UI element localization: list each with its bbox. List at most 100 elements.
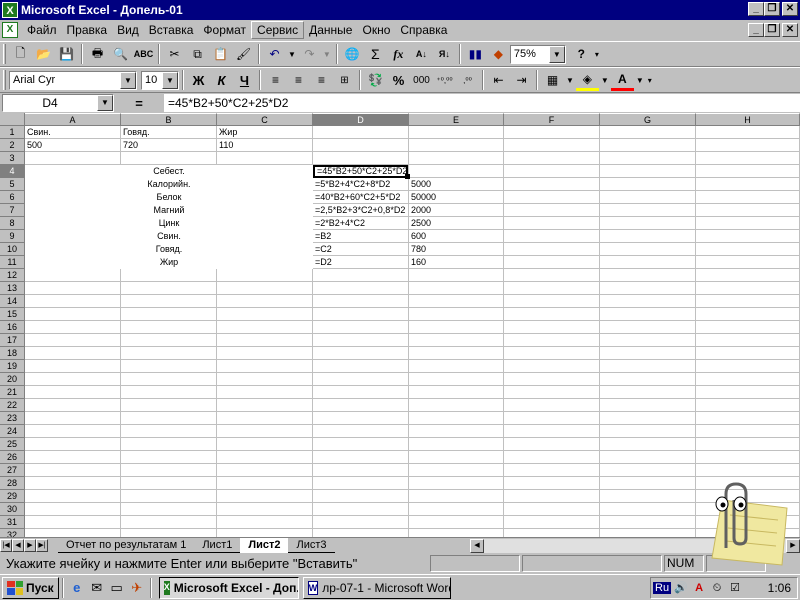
cell-d10[interactable]: =C2 <box>313 243 408 256</box>
increase-decimal-button[interactable]: ⁺⁰,⁰⁰ <box>433 69 456 91</box>
column-header[interactable]: C <box>217 113 313 126</box>
row-header[interactable]: 18 <box>0 347 25 360</box>
cell-e8[interactable]: 2500 <box>409 217 503 230</box>
cell-d4[interactable]: =45*B2+50*C2+25*D2 <box>313 165 408 178</box>
row-header[interactable]: 23 <box>0 412 25 425</box>
format-painter-icon[interactable]: 🖌 <box>232 43 255 65</box>
menu-file[interactable]: Файл <box>22 22 62 38</box>
underline-button[interactable]: Ч <box>233 69 256 91</box>
row-header[interactable]: 15 <box>0 308 25 321</box>
formula-input[interactable]: =45*B2+50*C2+25*D2 <box>164 94 800 112</box>
name-box[interactable]: D4 ▼ <box>2 94 114 112</box>
thousands-button[interactable]: 000 <box>410 69 433 91</box>
row-header[interactable]: 31 <box>0 516 25 529</box>
sort-descending-icon[interactable]: Я↓ <box>433 43 456 65</box>
align-left-icon[interactable]: ≡ <box>264 69 287 91</box>
bold-button[interactable]: Ж <box>187 69 210 91</box>
row-header[interactable]: 21 <box>0 386 25 399</box>
cell-c1[interactable]: Жир <box>217 126 312 139</box>
column-header[interactable]: H <box>696 113 800 126</box>
row-header[interactable]: 16 <box>0 321 25 334</box>
document-icon[interactable]: X <box>2 22 18 38</box>
cut-icon[interactable]: ✂ <box>163 43 186 65</box>
taskbar-word-button[interactable]: W лр-07-1 - Microsoft Word <box>302 576 451 599</box>
row-header[interactable]: 2 <box>0 139 25 152</box>
volume-icon[interactable]: 🔊 <box>673 580 689 596</box>
worksheet-grid[interactable]: A B C D E F G H 1 2 3 4 5 6 7 8 9 10 11 12 13 14 15 16 17 18 19 20 2… <box>0 113 800 537</box>
row-header[interactable]: 22 <box>0 399 25 412</box>
italic-button[interactable]: К <box>210 69 233 91</box>
decrease-decimal-button[interactable]: ,⁰⁰ <box>456 69 479 91</box>
sheet-tab-list3[interactable]: Лист3 <box>288 538 335 553</box>
zoom-select[interactable]: 75% ▼ <box>509 44 566 64</box>
font-name-select[interactable]: Arial Cyr ▼ <box>9 70 137 90</box>
column-header[interactable]: D <box>313 113 409 126</box>
row-header[interactable]: 6 <box>0 191 25 204</box>
fill-handle[interactable] <box>405 174 410 179</box>
cell-c2[interactable]: 110 <box>217 139 312 152</box>
redo-dropdown-icon[interactable]: ▼ <box>323 50 331 59</box>
doc-close-button[interactable]: ✕ <box>782 23 798 37</box>
cell-d6[interactable]: =40*B2+60*C2+5*D2 <box>313 191 408 204</box>
minimize-button[interactable]: _ <box>748 2 764 16</box>
row-header[interactable]: 25 <box>0 438 25 451</box>
menu-insert[interactable]: Вставка <box>144 22 199 38</box>
scroll-left-button[interactable]: ◀ <box>470 539 484 553</box>
doc-minimize-button[interactable]: _ <box>748 23 764 37</box>
fill-color-dropdown-icon[interactable]: ▼ <box>601 76 609 85</box>
internet-explorer-icon[interactable]: e <box>67 578 87 598</box>
save-icon[interactable]: 💾 <box>55 43 78 65</box>
excel-app-icon[interactable]: X <box>2 2 18 18</box>
start-button[interactable]: Пуск <box>2 576 59 599</box>
menu-help[interactable]: Справка <box>395 22 452 38</box>
toolbar-grip[interactable] <box>3 44 6 64</box>
row-header[interactable]: 5 <box>0 178 25 191</box>
row-header[interactable]: 17 <box>0 334 25 347</box>
row-header[interactable]: 19 <box>0 360 25 373</box>
percent-button[interactable]: % <box>387 69 410 91</box>
row-header[interactable]: 14 <box>0 295 25 308</box>
column-header[interactable]: A <box>25 113 121 126</box>
column-header[interactable]: F <box>504 113 600 126</box>
borders-icon[interactable]: ▦ <box>541 69 564 91</box>
outlook-express-icon[interactable]: ✉ <box>87 578 107 598</box>
undo-dropdown-icon[interactable]: ▼ <box>288 50 296 59</box>
paste-icon[interactable]: 📋 <box>209 43 232 65</box>
menu-window[interactable]: Окно <box>357 22 395 38</box>
decrease-indent-icon[interactable]: ⇤ <box>487 69 510 91</box>
cell-e6[interactable]: 50000 <box>409 191 503 204</box>
first-sheet-button[interactable]: |◀ <box>0 539 12 552</box>
equals-button[interactable]: = <box>114 96 164 111</box>
cell-e7[interactable]: 2000 <box>409 204 503 217</box>
row-header[interactable]: 24 <box>0 425 25 438</box>
cell-a1[interactable]: Свин. <box>25 126 120 139</box>
font-tray-icon[interactable]: A <box>691 580 707 596</box>
row-header[interactable]: 30 <box>0 503 25 516</box>
cell-e10[interactable]: 780 <box>409 243 503 256</box>
hyperlink-icon[interactable]: 🌐 <box>341 43 364 65</box>
fill-color-icon[interactable]: ◈ <box>575 69 599 91</box>
redo-icon[interactable]: ↷ <box>298 43 321 65</box>
cell-e11[interactable]: 160 <box>409 256 503 269</box>
row-header[interactable]: 3 <box>0 152 25 165</box>
taskbar-excel-button[interactable]: X Microsoft Excel - Доп... <box>158 576 299 599</box>
scheduler-icon[interactable]: ⏲ <box>709 580 725 596</box>
font-size-select[interactable]: 10 ▼ <box>141 70 179 90</box>
sheet-tab-list2[interactable]: Лист2 <box>240 538 289 553</box>
font-color-icon[interactable]: A <box>610 69 634 91</box>
cell-b9[interactable]: Свин. <box>25 230 313 243</box>
cell-b2[interactable]: 720 <box>121 139 216 152</box>
currency-icon[interactable]: 💱 <box>364 69 387 91</box>
chevron-down-icon[interactable]: ▼ <box>162 71 178 89</box>
sheet-tab-report[interactable]: Отчет по результатам 1 <box>58 538 195 553</box>
autosum-icon[interactable]: Σ <box>364 43 387 65</box>
menu-data[interactable]: Данные <box>304 22 357 38</box>
cell-b4[interactable]: Себест. <box>25 165 313 178</box>
cell-d7[interactable]: =2,5*B2+3*C2+0,8*D2 <box>313 204 408 217</box>
align-right-icon[interactable]: ≡ <box>310 69 333 91</box>
toolbar-options-icon[interactable]: ▾ <box>595 50 599 59</box>
cell-b5[interactable]: Калорийн. <box>25 178 313 191</box>
channels-icon[interactable]: ✈ <box>127 578 147 598</box>
cell-b7[interactable]: Магний <box>25 204 313 217</box>
row-header[interactable]: 1 <box>0 126 25 139</box>
